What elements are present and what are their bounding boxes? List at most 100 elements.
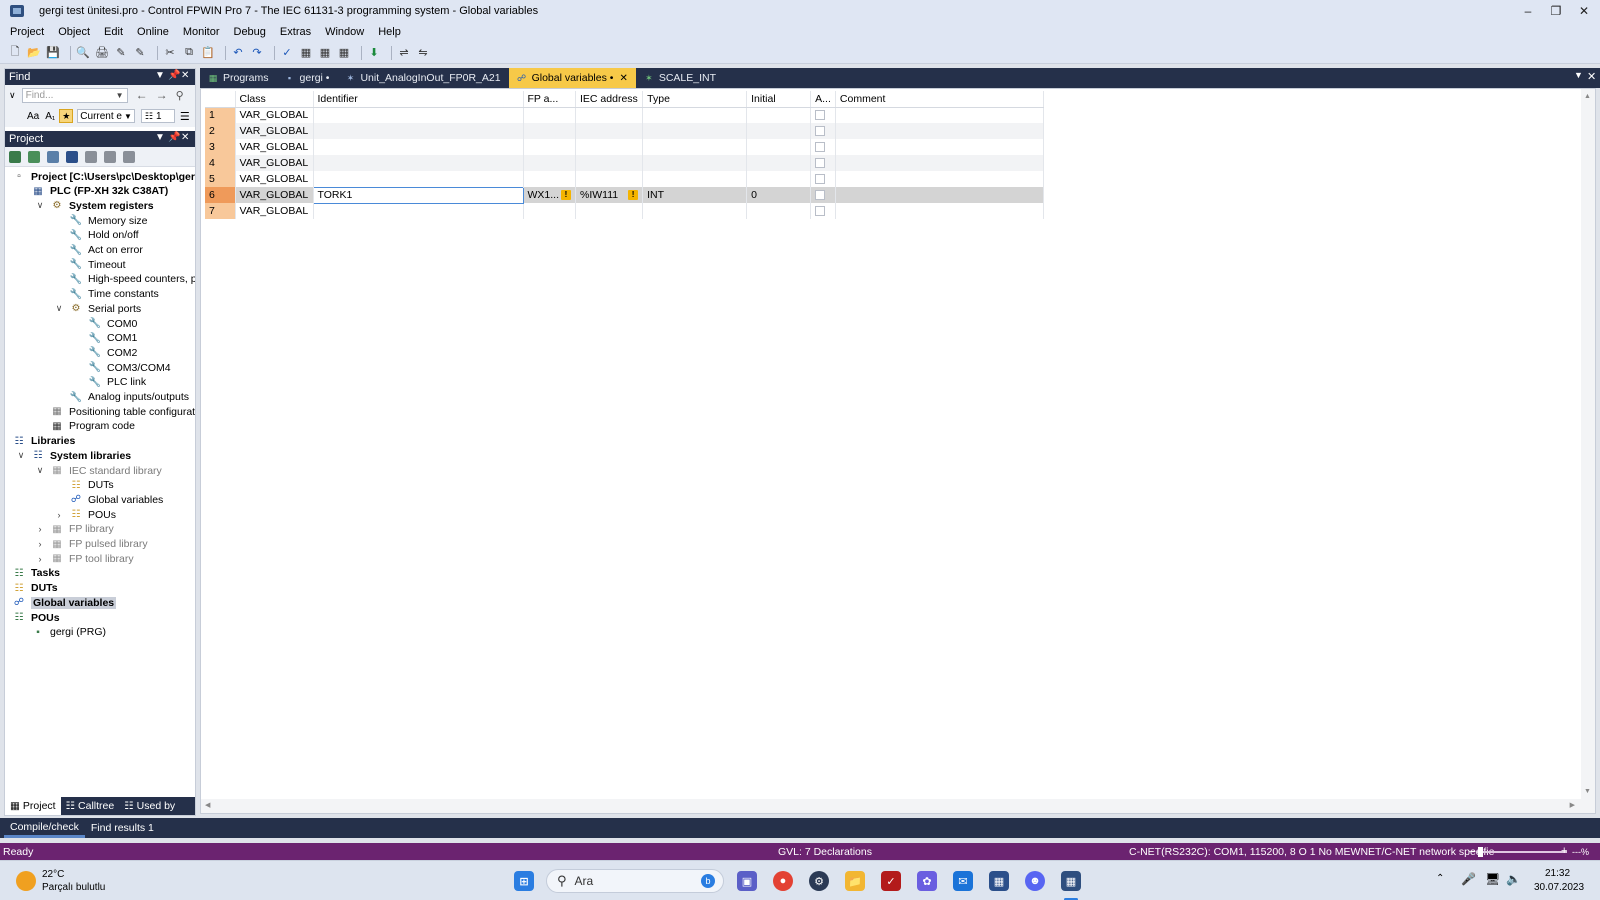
tree-item[interactable]: ☷ Tasks <box>13 566 60 581</box>
save-icon[interactable]: 💾 <box>46 46 60 60</box>
new-project-icon[interactable]: 🗋 <box>8 46 22 60</box>
cell-iec-address[interactable] <box>575 123 644 139</box>
cell-comment[interactable] <box>835 203 1044 219</box>
list-options-icon[interactable]: ☰ <box>180 110 190 123</box>
cell-identifier[interactable] <box>313 107 524 123</box>
cell-type[interactable] <box>642 171 748 187</box>
tree-item[interactable]: 🔧 Memory size <box>70 213 148 228</box>
undo-icon[interactable]: ↶ <box>231 46 245 60</box>
cell-iec-address[interactable] <box>575 139 644 155</box>
cell-class[interactable]: VAR_GLOBAL <box>235 171 314 187</box>
comment-icon[interactable]: ✎ <box>114 46 128 60</box>
cell-a[interactable] <box>810 107 836 123</box>
tree-item[interactable]: 🔧 High-speed counters, pulse <box>70 272 195 287</box>
scope-select[interactable]: Current e ▼ <box>77 109 135 123</box>
offline-mode-icon[interactable]: ⇋ <box>416 46 430 60</box>
tree-item[interactable]: ▫ Project [C:\Users\pc\Desktop\gergi tes <box>13 169 195 184</box>
cell-iec-address[interactable] <box>575 171 644 187</box>
tree-item[interactable]: › ☷ POUs <box>58 507 117 522</box>
search-icon[interactable]: ⚲ <box>176 89 184 102</box>
cell-iec-address[interactable] <box>575 155 644 171</box>
tab-unit-analog[interactable]: ✶ Unit_AnalogInOut_FP0R_A21 <box>337 68 508 88</box>
column-initial[interactable]: Initial <box>746 91 812 108</box>
cell-fp-address[interactable]: WX1...! <box>523 187 577 203</box>
tree-item[interactable]: ☍ Global variables <box>70 492 163 507</box>
cell-class[interactable]: VAR_GLOBAL <box>235 139 314 155</box>
pin-icon[interactable]: 📌 <box>168 70 180 81</box>
cell-fp-address[interactable] <box>523 139 577 155</box>
find-previous-icon[interactable]: ← <box>136 88 148 102</box>
checkbox[interactable] <box>815 158 826 169</box>
table-row[interactable]: 2 VAR_GLOBAL <box>205 123 1044 139</box>
tree-item[interactable]: ▪ gergi (PRG) <box>32 625 106 640</box>
cut-icon[interactable]: ✂ <box>163 46 177 60</box>
checkbox[interactable] <box>815 142 826 153</box>
cell-a[interactable] <box>810 171 836 187</box>
tree-item[interactable]: ∨ ⚙ Serial ports <box>56 301 141 316</box>
chevron-down-icon[interactable]: ∨ <box>54 303 64 314</box>
cell-fp-address[interactable] <box>523 171 577 187</box>
print-preview-icon[interactable]: 🔍 <box>76 46 90 60</box>
close-icon[interactable]: ✕ <box>181 132 189 143</box>
menu-extras[interactable]: Extras <box>276 26 315 38</box>
cell-initial[interactable] <box>746 123 812 139</box>
tree-item[interactable]: 🔧 PLC link <box>89 375 146 390</box>
cell-type[interactable]: INT <box>642 187 748 203</box>
scroll-left-icon[interactable]: ◀ <box>205 801 210 809</box>
zoom-slider-thumb[interactable] <box>1478 847 1483 857</box>
tree-item[interactable]: ▦ Program code <box>51 419 135 434</box>
rebuild-icon[interactable]: ▦ <box>318 46 332 60</box>
cell-initial[interactable] <box>746 171 812 187</box>
cell-comment[interactable] <box>835 171 1044 187</box>
add-object-icon[interactable] <box>9 150 21 163</box>
build-all-icon[interactable]: ▦ <box>337 46 351 60</box>
close-document-icon[interactable]: ✕ <box>1587 70 1596 83</box>
chevron-right-icon[interactable]: › <box>54 510 64 520</box>
minimize-button[interactable]: – <box>1514 0 1542 22</box>
cell-iec-address[interactable]: %IW111! <box>575 187 644 203</box>
dropdown-arrow-icon[interactable]: ▼ <box>116 91 124 100</box>
tree-item[interactable]: ▦ PLC (FP-XH 32k C38AT) <box>32 184 168 199</box>
menu-window[interactable]: Window <box>321 26 368 38</box>
bing-icon[interactable]: b <box>701 874 715 888</box>
result-count-stepper[interactable]: ☷ 1 <box>140 109 175 123</box>
cell-type[interactable] <box>642 155 748 171</box>
checkbox[interactable] <box>815 206 826 217</box>
cell-identifier[interactable] <box>313 155 524 171</box>
checkbox[interactable] <box>815 126 826 137</box>
chrome-icon[interactable]: ● <box>773 871 793 891</box>
cell-class[interactable]: VAR_GLOBAL <box>235 203 314 219</box>
row-number[interactable]: 5 <box>205 171 236 187</box>
discord-icon[interactable]: ☻ <box>1025 871 1045 891</box>
cell-fp-address[interactable] <box>523 107 577 123</box>
print-icon[interactable]: 🖨 <box>95 46 109 60</box>
download-icon[interactable]: ⬇ <box>367 46 381 60</box>
cell-initial[interactable]: 0 <box>746 187 812 203</box>
paste-icon[interactable]: 📋 <box>201 46 215 60</box>
cell-a[interactable] <box>810 203 836 219</box>
menu-object[interactable]: Object <box>54 26 94 38</box>
scroll-right-icon[interactable]: ▶ <box>1570 801 1575 809</box>
column-identifier[interactable]: Identifier <box>313 91 524 108</box>
expand-icon[interactable] <box>104 150 116 163</box>
tab-global-variables[interactable]: ☍ Global variables • ✕ <box>508 68 636 88</box>
add-child-icon[interactable] <box>28 150 40 163</box>
cell-class[interactable]: VAR_GLOBAL <box>235 155 314 171</box>
close-icon[interactable]: ✕ <box>181 70 189 81</box>
chevron-right-icon[interactable]: › <box>35 524 45 534</box>
cell-comment[interactable] <box>835 123 1044 139</box>
tree-item[interactable]: 🔧 Analog inputs/outputs <box>70 390 189 405</box>
find-input[interactable]: Find... ▼ <box>21 87 128 103</box>
chevron-down-icon[interactable]: ∨ <box>35 465 45 476</box>
taskbar-search[interactable]: ⚲ Ara b <box>546 869 724 893</box>
menu-debug[interactable]: Debug <box>230 26 270 38</box>
weather-description[interactable]: Parçalı bulutlu <box>42 882 105 893</box>
start-icon[interactable]: ⊞ <box>514 871 534 891</box>
tree-item[interactable]: › ▦ FP pulsed library <box>39 537 148 552</box>
cell-fp-address[interactable] <box>523 203 577 219</box>
cell-comment[interactable] <box>835 187 1044 203</box>
cell-iec-address[interactable] <box>575 107 644 123</box>
redo-icon[interactable]: ↷ <box>250 46 264 60</box>
tab-scale-int[interactable]: ✶ SCALE_INT <box>636 68 724 88</box>
tree-item[interactable]: 🔧 Timeout <box>70 257 126 272</box>
